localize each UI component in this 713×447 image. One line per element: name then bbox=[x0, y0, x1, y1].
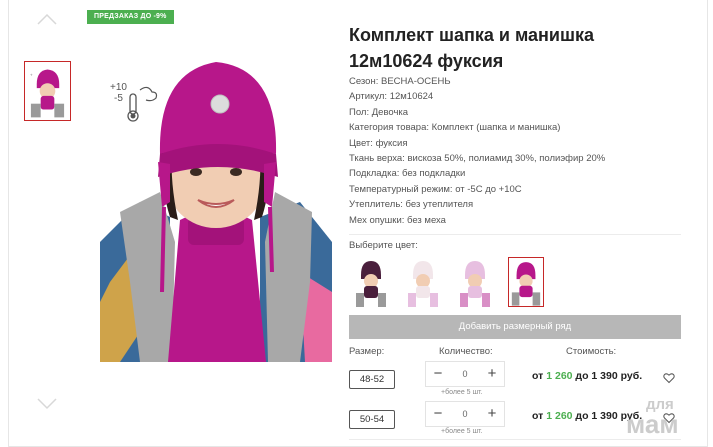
spec-fabric: Ткань верха: вискоза 50%, полиамид 30%, … bbox=[349, 153, 606, 165]
product-title: Комплект шапка и манишка 12м10624 фуксия bbox=[349, 25, 594, 71]
thermometer-icon: +10 -5 bbox=[110, 80, 158, 124]
spec-season: Сезон: ВЕСНА-ОСЕНЬ bbox=[349, 76, 451, 87]
quantity-stepper: − 0 + bbox=[425, 361, 505, 387]
spec-article: Артикул: 12м10624 bbox=[349, 91, 434, 103]
heart-icon[interactable] bbox=[663, 371, 675, 384]
spec-insulation: Утеплитель: без утеплителя bbox=[349, 199, 474, 211]
decrement-button[interactable]: − bbox=[428, 362, 448, 386]
color-swatch-lilac[interactable] bbox=[457, 257, 493, 307]
preorder-badge: ПРЕДЗАКАЗ ДО -9% bbox=[87, 10, 174, 24]
qty-header: Количество: bbox=[439, 346, 493, 357]
increment-button[interactable]: + bbox=[482, 362, 502, 386]
price-range: от 1 260 до 1 390 руб. bbox=[532, 370, 643, 382]
add-size-row-button[interactable]: Добавить размерный ряд bbox=[349, 315, 681, 339]
product-thumbnail[interactable]: + bbox=[24, 61, 71, 121]
size-header: Размер: bbox=[349, 346, 385, 357]
choose-color-label: Выберите цвет: bbox=[349, 240, 418, 251]
divider bbox=[349, 234, 681, 235]
quantity-hint: +более 5 шт. bbox=[441, 428, 483, 435]
svg-text:+: + bbox=[30, 73, 33, 78]
quantity-input[interactable]: 0 bbox=[450, 362, 480, 386]
watermark: для мам bbox=[626, 396, 679, 439]
chevron-up-icon[interactable] bbox=[36, 12, 58, 26]
decrement-button[interactable]: − bbox=[428, 402, 448, 426]
cost-header: Стоимость: bbox=[566, 346, 617, 357]
size-label: 50-54 bbox=[349, 410, 395, 429]
color-swatch-light-pink[interactable] bbox=[405, 257, 441, 307]
spec-color: Цвет: фуксия bbox=[349, 137, 408, 149]
chevron-down-icon[interactable] bbox=[36, 397, 58, 411]
spec-temperature: Температурный режим: от -5С до +10С bbox=[349, 183, 522, 195]
spec-fur: Мех опушки: без меха bbox=[349, 214, 446, 226]
quantity-stepper: − 0 + bbox=[425, 401, 505, 427]
quantity-input[interactable]: 0 bbox=[450, 402, 480, 426]
color-swatch-dark-purple[interactable] bbox=[353, 257, 389, 307]
spec-lining: Подкладка: без подкладки bbox=[349, 168, 466, 180]
spec-category: Категория товара: Комплект (шапка и мани… bbox=[349, 122, 561, 134]
spec-gender: Пол: Девочка bbox=[349, 106, 409, 118]
color-swatch-fuchsia[interactable] bbox=[508, 257, 544, 307]
product-specs: Сезон: ВЕСНА-ОСЕНЬ Артикул: 12м10624 Пол… bbox=[349, 74, 689, 228]
quantity-hint: +более 5 шт. bbox=[441, 389, 483, 396]
increment-button[interactable]: + bbox=[482, 402, 502, 426]
size-label: 48-52 bbox=[349, 370, 395, 389]
